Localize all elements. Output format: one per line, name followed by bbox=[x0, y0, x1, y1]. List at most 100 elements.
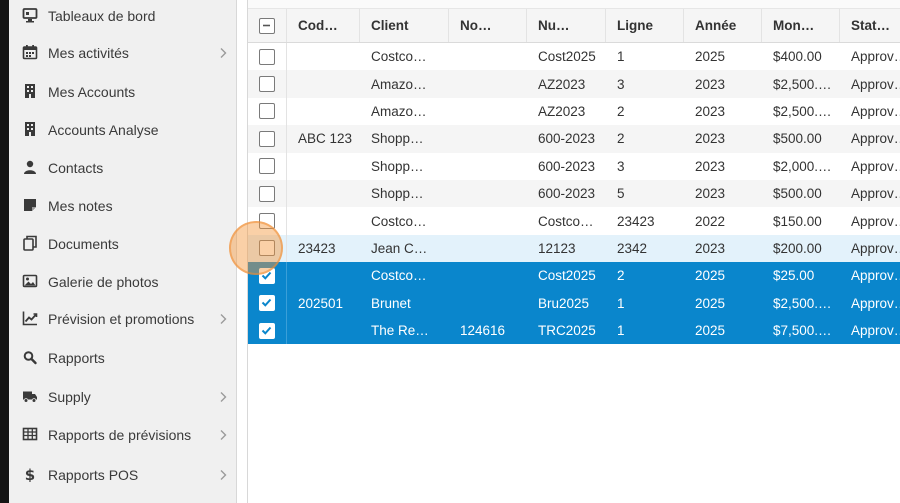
cell-no bbox=[449, 235, 527, 262]
truck-icon bbox=[23, 391, 37, 403]
cell-client: Brunet bbox=[371, 295, 411, 311]
table-row[interactable]: The Re… 124616 TRC2025 1 2025 $7,500.… Approv… bbox=[248, 317, 900, 345]
chevron-right-icon[interactable] bbox=[219, 391, 227, 403]
row-checkbox[interactable] bbox=[259, 240, 275, 257]
sidebar-item-supply[interactable]: Supply bbox=[9, 380, 237, 414]
dashboard-monitor-icon bbox=[22, 8, 38, 23]
cell-numero: AZ2023 bbox=[538, 103, 586, 119]
row-checkbox[interactable] bbox=[259, 267, 275, 284]
table-icon bbox=[22, 427, 38, 441]
table-row[interactable]: Shopp… 600-2023 3 2023 $2,000.… Approv… bbox=[248, 152, 900, 180]
cell-numero: TRC2025 bbox=[538, 323, 596, 339]
cell-client: Shopp… bbox=[371, 131, 424, 147]
cell-montant: $25.00 bbox=[773, 268, 815, 284]
sidebar-item-mes-accounts[interactable]: Mes Accounts bbox=[9, 75, 237, 109]
row-checkbox[interactable] bbox=[259, 322, 275, 339]
cell-client: Shopp… bbox=[371, 186, 424, 202]
cell-annee: 2023 bbox=[695, 240, 726, 256]
cell-numero: Cost2025 bbox=[538, 268, 596, 284]
row-select-cell bbox=[248, 43, 287, 71]
chevron-right-icon[interactable] bbox=[219, 47, 227, 59]
table-row[interactable]: ABC 123 Shopp… 600-2023 2 2023 $500.00 Approv… bbox=[248, 125, 900, 153]
select-all-cell bbox=[248, 9, 287, 42]
sidebar-item-label: Rapports de prévisions bbox=[48, 427, 192, 443]
sidebar-item-tableaux-de-bord[interactable]: Tableaux de bord bbox=[9, 0, 237, 33]
column-header-no[interactable]: No… bbox=[449, 9, 527, 42]
sidebar-item-label: Rapports bbox=[48, 350, 105, 366]
column-header-ligne[interactable]: Ligne bbox=[606, 9, 684, 42]
cell-annee: 2022 bbox=[695, 213, 726, 229]
row-checkbox[interactable] bbox=[259, 185, 275, 202]
cell-numero: AZ2023 bbox=[538, 76, 586, 92]
table-row[interactable]: Costco… Cost2025 2 2025 $25.00 Approv… bbox=[248, 262, 900, 290]
cell-code bbox=[287, 153, 360, 180]
cell-statut: Approv… bbox=[851, 131, 900, 147]
row-checkbox[interactable] bbox=[259, 295, 275, 312]
chevron-right-icon[interactable] bbox=[219, 429, 227, 441]
cell-montant: $200.00 bbox=[773, 240, 822, 256]
cell-ligne: 2 bbox=[617, 103, 625, 119]
sidebar-item-label: Prévision et promotions bbox=[48, 311, 195, 327]
sidebar-item-label: Mes activités bbox=[48, 45, 129, 61]
cell-statut: Approv… bbox=[851, 103, 900, 119]
sidebar-item-label: Accounts Analyse bbox=[48, 122, 159, 138]
table-row[interactable]: 202501 Brunet Bru2025 1 2025 $2,500.… Approv… bbox=[248, 289, 900, 317]
column-header-montant[interactable]: Mon… bbox=[762, 9, 840, 42]
sidebar-item-rapports[interactable]: Rapports bbox=[9, 341, 237, 375]
cell-montant: $2,500.… bbox=[773, 295, 832, 311]
row-checkbox[interactable] bbox=[259, 158, 275, 175]
cell-annee: 2023 bbox=[695, 76, 726, 92]
row-select-cell bbox=[248, 180, 287, 208]
cell-statut: Approv… bbox=[851, 49, 900, 65]
select-all-checkbox[interactable] bbox=[259, 18, 275, 34]
sidebar-item-mes-notes[interactable]: Mes notes bbox=[9, 189, 237, 223]
sidebar-item-accounts-analyse[interactable]: Accounts Analyse bbox=[9, 113, 237, 147]
row-checkbox[interactable] bbox=[259, 213, 275, 230]
row-select-cell bbox=[248, 70, 287, 98]
chevron-right-icon[interactable] bbox=[219, 469, 227, 481]
table-row[interactable]: Shopp… 600-2023 5 2023 $500.00 Approv… bbox=[248, 180, 900, 208]
table-row[interactable]: Amazo… AZ2023 2 2023 $2,500.… Approv… bbox=[248, 97, 900, 126]
table-row[interactable]: Amazo… AZ2023 3 2023 $2,500.… Approv… bbox=[248, 70, 900, 98]
cell-numero: 600-2023 bbox=[538, 131, 596, 147]
column-header-annee[interactable]: Année bbox=[684, 9, 762, 42]
column-header-numero[interactable]: Nu… bbox=[527, 9, 606, 42]
row-checkbox[interactable] bbox=[259, 130, 275, 147]
column-header-statut[interactable]: Stat… bbox=[840, 9, 900, 42]
sidebar-item-galerie-de-photos[interactable]: Galerie de photos bbox=[9, 265, 237, 299]
sidebar-item-documents[interactable]: Documents bbox=[9, 227, 237, 261]
cell-client: Costco… bbox=[371, 49, 427, 65]
sidebar-item-label: Documents bbox=[48, 236, 119, 252]
table-row[interactable]: 23423 Jean C… 12123 2342 2023 $200.00 Approv… bbox=[248, 234, 900, 263]
row-select-cell bbox=[248, 125, 287, 153]
column-header-client[interactable]: Client bbox=[360, 9, 449, 42]
cell-ligne: 1 bbox=[617, 323, 625, 339]
sidebar-item-label: Tableaux de bord bbox=[48, 8, 156, 24]
row-checkbox[interactable] bbox=[259, 76, 275, 93]
cell-code bbox=[287, 98, 360, 125]
cell-annee: 2025 bbox=[695, 323, 726, 339]
cell-no bbox=[449, 290, 527, 317]
table-row[interactable]: Costco… Costco… 23423 2022 $150.00 Approv… bbox=[248, 207, 900, 235]
cell-code bbox=[287, 70, 360, 97]
sidebar-item-contacts[interactable]: Contacts bbox=[9, 151, 237, 185]
cell-statut: Approv… bbox=[851, 268, 900, 284]
grid-header: Cod… Client No… Nu… Ligne Année Mon… Stat… bbox=[248, 9, 900, 43]
sidebar-item-prévision-et-promotions[interactable]: Prévision et promotions bbox=[9, 302, 237, 336]
cell-ligne: 2342 bbox=[617, 240, 648, 256]
sidebar-item-rapports-de-prévisions[interactable]: Rapports de prévisions bbox=[9, 418, 237, 452]
column-header-code[interactable]: Cod… bbox=[287, 9, 360, 42]
cell-annee: 2023 bbox=[695, 103, 726, 119]
cell-no bbox=[449, 153, 527, 180]
sidebar-item-mes-activités[interactable]: Mes activités bbox=[9, 36, 237, 70]
chevron-right-icon[interactable] bbox=[219, 313, 227, 325]
cell-statut: Approv… bbox=[851, 240, 900, 256]
cell-numero: 12123 bbox=[538, 240, 576, 256]
table-row[interactable]: Costco… Cost2025 1 2025 $400.00 Approv… bbox=[248, 43, 900, 71]
cell-ligne: 2 bbox=[617, 268, 625, 284]
row-checkbox[interactable] bbox=[259, 48, 275, 65]
sidebar-item-rapports-pos[interactable]: $ Rapports POS bbox=[9, 458, 237, 492]
row-checkbox[interactable] bbox=[259, 103, 275, 120]
sidebar-item-label: Rapports POS bbox=[48, 467, 139, 483]
cell-code: ABC 123 bbox=[298, 131, 353, 147]
